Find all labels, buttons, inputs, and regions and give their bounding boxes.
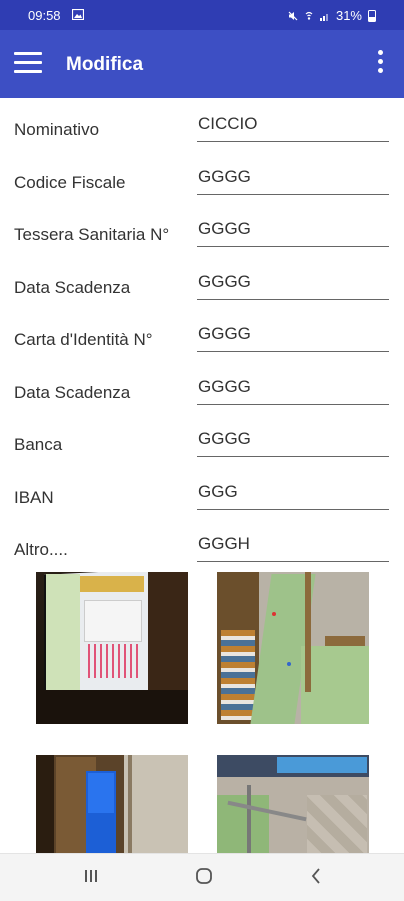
form-row-banca: Banca GGGG	[0, 413, 404, 466]
field-label: Banca	[14, 435, 63, 454]
back-icon[interactable]	[308, 866, 324, 886]
battery-level: 31%	[335, 8, 362, 23]
field-label: Carta d'Identità N°	[14, 330, 153, 349]
nominativo-input[interactable]: CICCIO	[197, 114, 389, 142]
app-bar: Modifica	[0, 30, 404, 98]
form-row-data-scadenza-carta: Data Scadenza GGGG	[0, 361, 404, 414]
gallery-notification-icon	[72, 9, 84, 20]
banca-input[interactable]: GGGG	[197, 429, 389, 457]
field-label: Codice Fiscale	[14, 172, 126, 192]
photo-thumbnail[interactable]	[217, 572, 369, 724]
field-label: Tessera Sanitaria N°	[14, 225, 170, 244]
iban-input[interactable]: GGG	[197, 482, 389, 510]
photo-thumbnail[interactable]	[217, 755, 369, 853]
wifi-calling-icon	[305, 11, 313, 20]
status-time: 09:58	[28, 8, 61, 23]
tessera-sanitaria-input[interactable]: GGGG	[197, 219, 389, 247]
page-title: Modifica	[66, 54, 144, 75]
data-scadenza-tessera-input[interactable]: GGGG	[197, 272, 389, 300]
signal-icon	[319, 13, 328, 21]
form-row-tessera-sanitaria: Tessera Sanitaria N° GGGG	[0, 203, 404, 256]
home-icon[interactable]	[194, 866, 214, 886]
recent-apps-icon[interactable]	[83, 866, 99, 886]
field-label: Data Scadenza	[14, 277, 131, 297]
edit-form: Nominativo CICCIO Codice Fiscale GGGG Te…	[0, 98, 404, 571]
field-label: Altro....	[14, 540, 68, 559]
mute-icon	[288, 11, 298, 20]
battery-icon	[368, 9, 376, 22]
form-row-iban: IBAN GGG	[0, 466, 404, 519]
system-nav-bar	[0, 853, 404, 901]
data-scadenza-carta-input[interactable]: GGGG	[197, 377, 389, 405]
photo-thumbnail[interactable]	[36, 755, 188, 853]
codice-fiscale-input[interactable]: GGGG	[197, 167, 389, 195]
hamburger-menu-icon[interactable]	[14, 52, 42, 74]
form-row-data-scadenza-tessera: Data Scadenza GGGG	[0, 256, 404, 309]
field-label: IBAN	[14, 487, 54, 507]
photo-thumbnail[interactable]	[36, 572, 188, 724]
status-icons: 31%	[288, 8, 376, 23]
field-label: Nominativo	[14, 120, 100, 139]
altro-input[interactable]: GGGH	[197, 534, 389, 562]
field-label: Data Scadenza	[14, 382, 131, 402]
status-bar: 09:58 31%	[0, 0, 404, 30]
form-row-carta-identita: Carta d'Identità N° GGGG	[0, 308, 404, 361]
form-row-altro: Altro.... GGGH	[0, 518, 404, 571]
form-row-nominativo: Nominativo CICCIO	[0, 98, 404, 151]
form-row-codice-fiscale: Codice Fiscale GGGG	[0, 151, 404, 204]
more-options-icon[interactable]	[376, 50, 384, 78]
carta-identita-input[interactable]: GGGG	[197, 324, 389, 352]
